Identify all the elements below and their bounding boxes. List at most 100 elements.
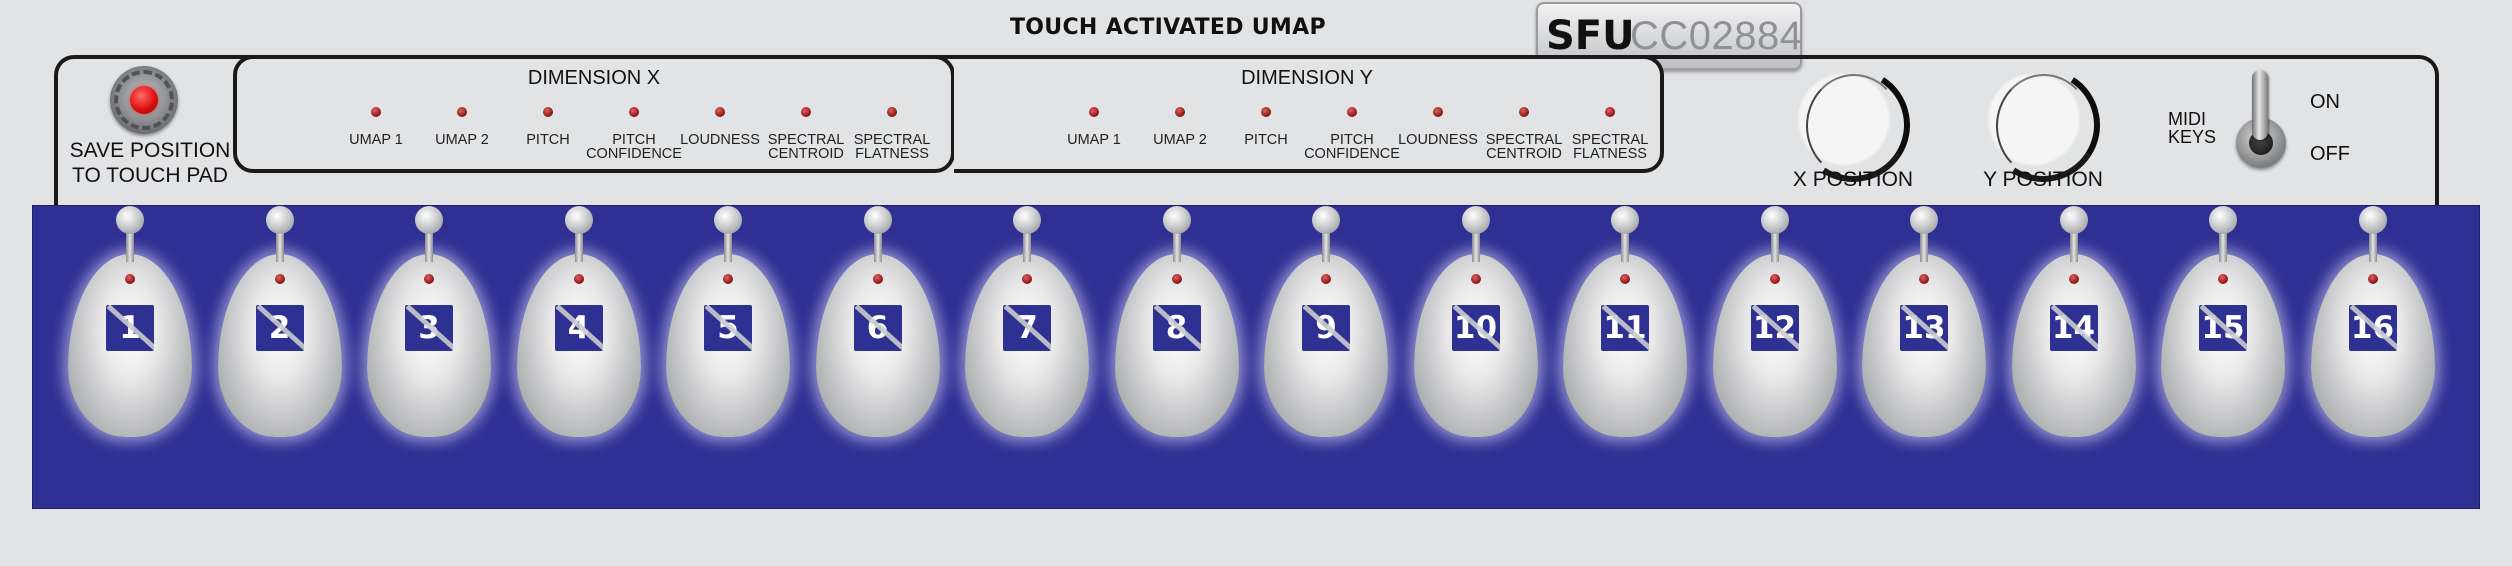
touch-pad-16[interactable]: 16	[2310, 206, 2435, 466]
led-indicator-icon	[1175, 107, 1185, 117]
led-indicator-icon	[1089, 107, 1099, 117]
pad-led-icon	[872, 274, 883, 284]
led-indicator-icon	[1605, 107, 1615, 117]
dimension-y-feature[interactable]: LOUDNESS	[1388, 107, 1488, 147]
touch-pad-7[interactable]: 7	[965, 206, 1089, 466]
touch-pad-4[interactable]: 4	[516, 206, 641, 466]
touch-pad-8[interactable]: 8	[1114, 206, 1239, 466]
pad-knob-icon	[2209, 206, 2237, 234]
led-indicator-icon	[1519, 107, 1529, 117]
pad-led-icon	[2218, 274, 2228, 284]
pad-number: 3	[405, 305, 453, 351]
dimension-x-feature[interactable]: PITCH	[498, 107, 598, 147]
pad-knob-icon	[1461, 206, 1490, 234]
feature-label: PITCH CONFIDENCE	[586, 132, 682, 162]
feature-label: PITCH	[526, 132, 570, 148]
pad-number: 15	[2199, 305, 2247, 351]
feature-label: PITCH CONFIDENCE	[1304, 132, 1400, 162]
pad-led-icon	[424, 274, 434, 284]
save-position-label: SAVE POSITION TO TOUCH PAD	[69, 139, 231, 187]
touch-pad-9[interactable]: 9	[1264, 206, 1388, 466]
dimension-y-feature[interactable]: PITCH	[1216, 107, 1316, 147]
pad-knob-icon	[2358, 206, 2387, 234]
touch-pad-1[interactable]: 1	[68, 206, 192, 466]
pad-led-icon	[125, 274, 135, 284]
feature-label: SPECTRAL CENTROID	[1485, 132, 1563, 162]
pad-knob-icon	[2059, 206, 2088, 234]
feature-label: SPECTRAL FLATNESS	[1571, 132, 1649, 162]
touch-pad-10[interactable]: 10	[1413, 206, 1538, 466]
pad-number: 2	[255, 305, 304, 351]
pad-knob-icon	[714, 206, 742, 234]
dimension-x-feature[interactable]: UMAP 1	[326, 107, 426, 147]
pad-number: 5	[704, 305, 752, 351]
toggle-lever-icon[interactable]	[2252, 70, 2268, 140]
x-position-dial[interactable]	[1785, 57, 1921, 193]
led-indicator-icon	[371, 107, 381, 117]
led-indicator-icon	[457, 107, 467, 117]
dimension-x-feature[interactable]: SPECTRAL FLATNESS	[842, 107, 942, 161]
pad-knob-icon	[1910, 206, 1938, 234]
pad-led-icon	[1022, 274, 1032, 284]
touch-pad-6[interactable]: 6	[815, 206, 940, 466]
dimension-x-title: DIMENSION X	[527, 67, 661, 89]
touch-pad-12[interactable]: 12	[1712, 206, 1837, 466]
dimension-x-feature[interactable]: PITCH CONFIDENCE	[584, 107, 684, 161]
touch-pad-13[interactable]: 13	[1862, 206, 1986, 466]
toggle-on-label: ON	[2310, 91, 2340, 113]
pad-number: 14	[2049, 305, 2098, 351]
pad-number: 7	[1003, 305, 1051, 351]
led-indicator-icon	[629, 107, 639, 117]
y-position-dial[interactable]	[1975, 57, 2111, 193]
save-position-button[interactable]	[110, 66, 178, 134]
pad-led-icon	[1321, 274, 1331, 284]
pad-knob-icon	[1760, 206, 1789, 234]
pad-knob-icon	[1312, 206, 1340, 234]
x-position-label: X POSITION	[1792, 168, 1914, 191]
touch-pad-5[interactable]: 5	[666, 206, 790, 466]
pad-number: 4	[554, 305, 603, 351]
feature-label: UMAP 1	[1067, 132, 1121, 148]
red-push-button-icon	[130, 86, 158, 114]
led-indicator-icon	[1261, 107, 1271, 117]
pad-knob-icon	[1162, 206, 1191, 234]
pad-number: 6	[853, 305, 902, 351]
feature-label: LOUDNESS	[680, 132, 760, 148]
feature-label: SPECTRAL FLATNESS	[853, 132, 931, 162]
touch-pad-2[interactable]: 2	[217, 206, 342, 466]
touch-pad-panel: 1 2 3 4 5 6 7 8 9 10 11 12 13 14 15 16	[32, 205, 2480, 509]
dimension-y-feature[interactable]: SPECTRAL FLATNESS	[1560, 107, 1660, 161]
pad-knob-icon	[116, 206, 144, 234]
pad-led-icon	[2068, 274, 2079, 284]
dimension-y-feature[interactable]: PITCH CONFIDENCE	[1302, 107, 1402, 161]
led-indicator-icon	[1433, 107, 1443, 117]
dimension-y-group: DIMENSION Y UMAP 1 UMAP 2 PITCH PITCH CONFI…	[954, 55, 1664, 173]
feature-label: PITCH	[1244, 132, 1288, 148]
controller-title: TOUCH ACTIVATED UMAP CONTROLLER	[1010, 15, 1326, 80]
dimension-y-feature[interactable]: UMAP 2	[1130, 107, 1230, 147]
pad-led-icon	[1620, 274, 1630, 284]
dimension-x-group: DIMENSION X UMAP 1 UMAP 2 PITCH PITCH CONFI…	[233, 55, 955, 173]
pad-knob-icon	[1013, 206, 1041, 234]
dial-inner-icon	[1996, 74, 2092, 178]
feature-label: UMAP 2	[1153, 132, 1207, 148]
dimension-x-feature[interactable]: UMAP 2	[412, 107, 512, 147]
dimension-y-feature[interactable]: SPECTRAL CENTROID	[1474, 107, 1574, 161]
pad-led-icon	[573, 274, 584, 284]
pad-number: 8	[1152, 305, 1201, 351]
pad-led-icon	[1769, 274, 1780, 284]
y-position-label: Y POSITION	[1983, 168, 2103, 191]
touch-pad-14[interactable]: 14	[2011, 206, 2136, 466]
pad-led-icon	[1919, 274, 1929, 284]
dial-inner-icon	[1806, 74, 1902, 178]
dimension-y-feature[interactable]: UMAP 1	[1044, 107, 1144, 147]
touch-pad-15[interactable]: 15	[2161, 206, 2285, 466]
led-indicator-icon	[543, 107, 553, 117]
touch-pad-3[interactable]: 3	[367, 206, 491, 466]
pad-led-icon	[1171, 274, 1182, 284]
feature-label: SPECTRAL CENTROID	[767, 132, 845, 162]
touch-pad-11[interactable]: 11	[1563, 206, 1687, 466]
pad-knob-icon	[1611, 206, 1639, 234]
dimension-x-feature[interactable]: SPECTRAL CENTROID	[756, 107, 856, 161]
dimension-x-feature[interactable]: LOUDNESS	[670, 107, 770, 147]
